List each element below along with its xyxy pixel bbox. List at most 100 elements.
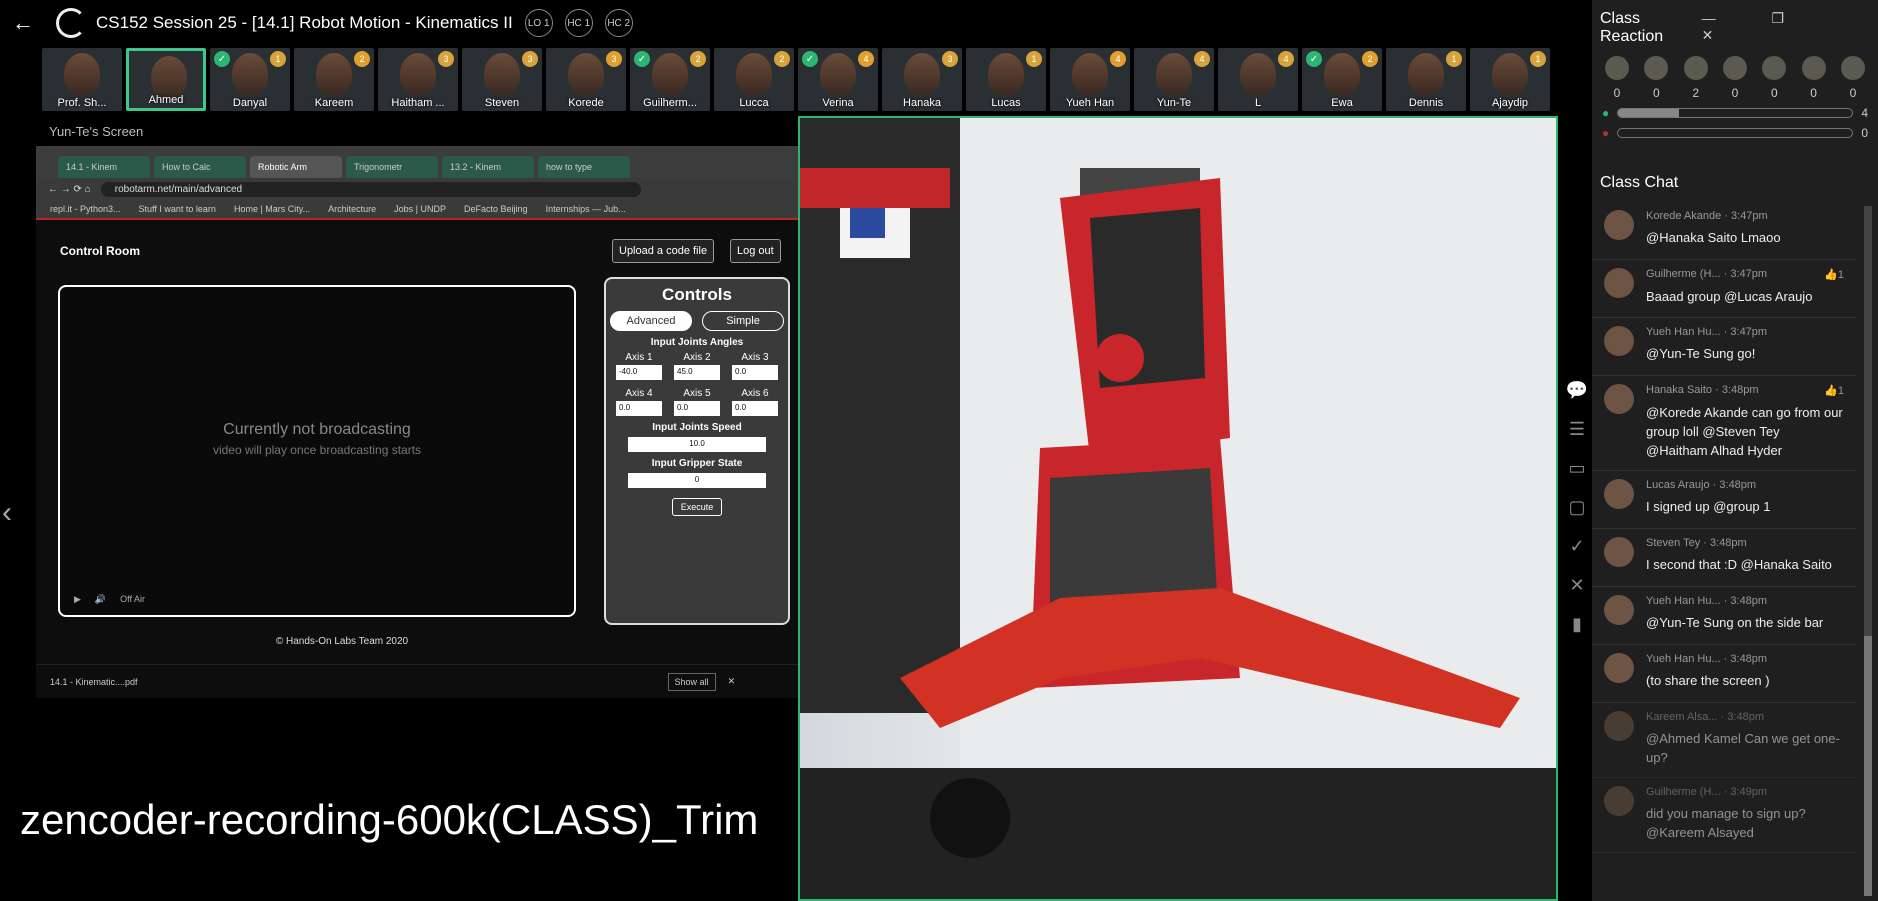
participant-tile[interactable]: ✓ 1 Danyal (210, 48, 290, 111)
browser-tab[interactable]: how to type (538, 156, 630, 178)
bookmark[interactable]: Stuff I want to learn (139, 204, 216, 214)
participant-tile[interactable]: 1 Ajaydip (1470, 48, 1550, 111)
emoji-icon[interactable] (1683, 56, 1708, 80)
emoji-icon[interactable] (1644, 56, 1669, 80)
emoji-icon[interactable] (1722, 56, 1747, 80)
axis-label: Axis 1 (625, 352, 653, 363)
emoji-reaction[interactable]: 2 (1683, 56, 1709, 100)
folder-icon[interactable]: ▭ (1568, 458, 1585, 479)
chat-icon[interactable]: 💬 (1566, 380, 1588, 401)
check-icon[interactable]: ✓ (1569, 536, 1584, 557)
browser-tab[interactable]: 13.2 - Kinem (442, 156, 534, 178)
emoji-reaction[interactable]: 0 (1604, 56, 1630, 100)
bookmark-icon[interactable]: ▮ (1572, 614, 1582, 635)
lo-pill[interactable]: LO 1 (524, 9, 553, 37)
hc1-pill[interactable]: HC 1 (564, 9, 593, 37)
emoji-reaction[interactable]: 0 (1761, 56, 1787, 100)
participant-tile[interactable]: 3 Hanaka (882, 48, 962, 111)
prev-arrow-icon[interactable]: ‹ (2, 496, 12, 530)
screen-icon[interactable]: ▢ (1568, 497, 1585, 518)
axis-input[interactable]: 0.0 (732, 365, 778, 380)
participant-tile[interactable]: ✓ 4 Verina (798, 48, 878, 111)
emoji-reaction[interactable]: 0 (1801, 56, 1827, 100)
browser-tab[interactable]: How to Calc (154, 156, 246, 178)
hc2-pill[interactable]: HC 2 (604, 9, 633, 37)
session-title: CS152 Session 25 - [14.1] Robot Motion -… (96, 13, 513, 32)
url-field[interactable]: robotarm.net/main/advanced (100, 181, 641, 197)
participant-tile[interactable]: 4 Yun-Te (1134, 48, 1214, 111)
emoji-icon[interactable] (1762, 56, 1787, 80)
speed-input[interactable]: 10.0 (628, 437, 766, 452)
hand-count-badge: 1 (1446, 51, 1462, 67)
axis-label: Axis 5 (683, 388, 711, 399)
back-arrow-icon[interactable]: ← (12, 10, 42, 36)
show-all-button[interactable]: Show all (667, 672, 716, 691)
video-controls: ▶ 🔊 Off Air (74, 591, 560, 607)
scroll-thumb[interactable] (1864, 636, 1872, 896)
hand-count-badge: 1 (1026, 51, 1042, 67)
avatar (1072, 53, 1108, 95)
emoji-icon[interactable] (1605, 56, 1629, 80)
nav-arrows-icon[interactable]: ← → ⟳ ⌂ (48, 184, 91, 195)
participant-tile[interactable]: 2 Lucca (714, 48, 794, 111)
emoji-reaction[interactable]: 0 (1840, 56, 1866, 100)
browser-tab[interactable]: Trigonometr (346, 156, 438, 178)
axis-input[interactable]: 0.0 (674, 401, 720, 416)
browser-tab-active[interactable]: Robotic Arm (250, 156, 342, 178)
controls-panel: Controls Advanced Simple Input Joints An… (604, 277, 790, 625)
like-count[interactable]: 👍1 (1824, 268, 1844, 281)
bookmark[interactable]: Jobs | UNDP (394, 204, 446, 214)
top-bar: ← CS152 Session 25 - [14.1] Robot Motion… (0, 0, 1592, 46)
list-icon[interactable]: ☰ (1569, 419, 1585, 440)
simple-toggle[interactable]: Simple (702, 311, 784, 331)
poll-track (1617, 128, 1854, 138)
participant-tile[interactable]: 3 Steven (462, 48, 542, 111)
download-item[interactable]: 14.1 - Kinematic....pdf (50, 677, 138, 687)
participant-tile[interactable]: Ahmed (126, 48, 206, 111)
browser-tab[interactable]: 14.1 - Kinem (58, 156, 150, 178)
volume-icon[interactable]: 🔊 (95, 594, 106, 605)
bookmark[interactable]: Internships — Jub... (546, 204, 626, 214)
window-controls-icon[interactable]: — ❐ ✕ (1702, 10, 1868, 46)
participant-name: Steven (484, 97, 520, 109)
axis-input[interactable]: 45.0 (674, 365, 720, 380)
participant-tile[interactable]: 1 Dennis (1386, 48, 1466, 111)
participant-tile[interactable]: 4 Yueh Han (1050, 48, 1130, 111)
hand-count-badge: 2 (690, 51, 706, 67)
chat-message: Yueh Han Hu... · 3:48pm @Yun-Te Sung on t… (1592, 587, 1856, 645)
chat-author: Steven Tey (1646, 537, 1701, 549)
axis-input[interactable]: 0.0 (732, 401, 778, 416)
bookmark[interactable]: Home | Mars City... (234, 204, 310, 214)
chat-message: Lucas Araujo · 3:48pm I signed up @group … (1592, 471, 1856, 529)
emoji-icon[interactable] (1801, 56, 1826, 80)
chat-message: Yueh Han Hu... · 3:47pm @Yun-Te Sung go! (1592, 318, 1856, 376)
check-icon: ✓ (802, 51, 818, 67)
play-icon[interactable]: ▶ (74, 594, 81, 605)
like-count[interactable]: 👍1 (1824, 384, 1844, 397)
bookmark[interactable]: DeFacto Beijing (464, 204, 528, 214)
participant-tile[interactable]: 4L (1218, 48, 1298, 111)
participant-tile[interactable]: 3 Haitham ... (378, 48, 458, 111)
upload-button[interactable]: Upload a code file (612, 239, 715, 263)
participant-tile[interactable]: 3 Korede (546, 48, 626, 111)
emoji-reaction[interactable]: 0 (1643, 56, 1669, 100)
participant-tile[interactable]: ✓ 2 Guilherm... (630, 48, 710, 111)
poll-value: 0 (1861, 126, 1868, 140)
bookmark[interactable]: Architecture (328, 204, 376, 214)
participant-tile[interactable]: 2 Kareem (294, 48, 374, 111)
axis-input[interactable]: 0.0 (616, 401, 662, 416)
close-icon[interactable]: ✕ (1569, 575, 1584, 596)
advanced-toggle[interactable]: Advanced (610, 311, 692, 331)
emoji-icon[interactable] (1840, 56, 1865, 80)
close-icon[interactable]: ✕ (728, 676, 736, 687)
participant-tile[interactable]: 1 Lucas (966, 48, 1046, 111)
emoji-reaction[interactable]: 0 (1722, 56, 1748, 100)
gripper-input[interactable]: 0 (628, 473, 766, 488)
execute-button[interactable]: Execute (671, 498, 723, 516)
participant-tile[interactable]: ✓ 2 Ewa (1302, 48, 1382, 111)
bookmark[interactable]: repl.it - Python3... (50, 204, 121, 214)
participant-tile[interactable]: Prof. Sh... (42, 48, 122, 111)
chat-scrollbar[interactable] (1864, 206, 1872, 896)
axis-input[interactable]: -40.0 (616, 365, 662, 380)
logout-button[interactable]: Log out (730, 239, 781, 263)
